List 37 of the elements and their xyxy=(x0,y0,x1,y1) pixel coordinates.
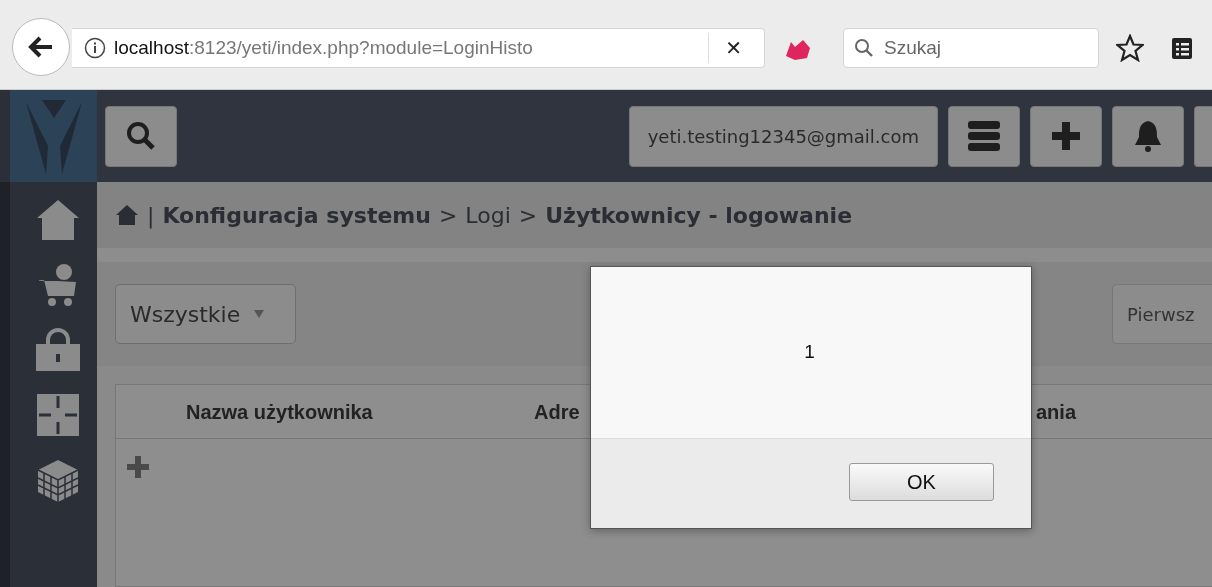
breadcrumb-separator: > xyxy=(438,201,458,230)
column-header[interactable]: Adre xyxy=(534,400,580,423)
reading-list-icon[interactable] xyxy=(1170,35,1194,61)
menu-icon xyxy=(967,120,1001,152)
breadcrumb-link[interactable]: Konfiguracja systemu xyxy=(162,198,431,232)
lock-icon[interactable] xyxy=(34,328,81,372)
ok-button[interactable]: OK xyxy=(849,463,994,501)
caret-icon xyxy=(254,310,265,318)
column-header[interactable]: Nazwa użytkownika xyxy=(186,400,373,423)
breadcrumb-link[interactable]: Logi xyxy=(465,198,511,232)
column-header[interactable]: ania xyxy=(1036,400,1077,423)
search-icon xyxy=(126,121,156,151)
breadcrumb-current: Użytkownicy - logowanie xyxy=(545,201,853,230)
bell-icon xyxy=(1133,119,1163,153)
user-menu-button[interactable]: yeti.testing12345@gmail.com xyxy=(628,105,938,167)
home-icon[interactable] xyxy=(115,204,139,226)
notifications-button[interactable] xyxy=(1112,105,1184,167)
breadcrumb-divider: | xyxy=(147,201,155,231)
info-icon xyxy=(84,37,106,59)
add-button[interactable] xyxy=(1030,105,1102,167)
alert-message: 1 xyxy=(804,340,815,365)
search-field[interactable]: Szukaj xyxy=(843,28,1099,68)
menu-button[interactable] xyxy=(948,105,1020,167)
address-bar[interactable]: localhost:8123/yeti/index.php?module=LoginHisto ✕ xyxy=(72,28,765,68)
plus-icon xyxy=(1050,120,1082,152)
cube-icon[interactable] xyxy=(35,458,80,504)
first-page-button[interactable]: Pierwsz xyxy=(1112,284,1212,344)
toolbar-button[interactable] xyxy=(1194,105,1212,167)
url-text: localhost:8123/yeti/index.php?module=LoginHisto xyxy=(114,35,533,60)
stop-button[interactable]: ✕ xyxy=(708,33,742,63)
plus-icon[interactable] xyxy=(126,455,150,479)
filter-select[interactable]: Wszystkie xyxy=(115,284,296,344)
breadcrumb-separator: > xyxy=(518,201,538,230)
search-button[interactable] xyxy=(105,105,177,167)
back-icon xyxy=(28,36,54,58)
search-icon xyxy=(854,38,874,58)
star-icon[interactable] xyxy=(1116,34,1144,62)
